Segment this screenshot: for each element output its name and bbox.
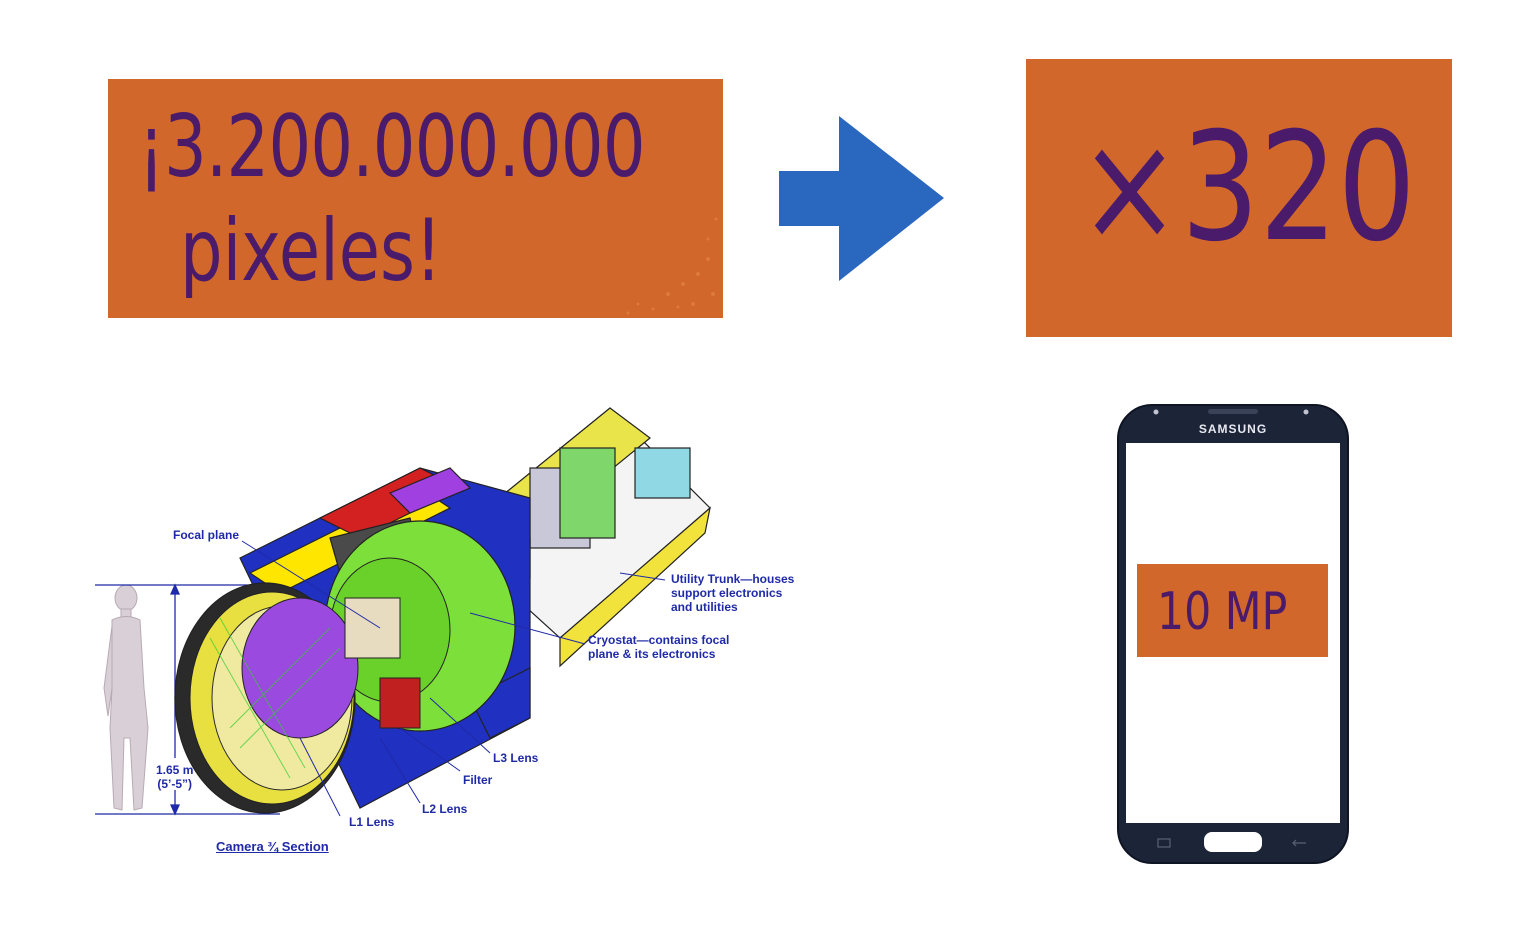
label-l3-lens: L3 Lens xyxy=(493,751,539,765)
label-cryostat: Cryostat—contains focal plane & its elec… xyxy=(588,633,730,661)
label-filter: Filter xyxy=(463,773,493,787)
pixel-count-line1: ¡3.200.000.000 xyxy=(138,97,646,197)
pixel-count-box: ¡3.200.000.000 pixeles! xyxy=(108,79,723,318)
focal-plane-array xyxy=(344,597,401,659)
label-height: 1.65 m (5’-5”) xyxy=(156,763,194,791)
label-l2-lens: L2 Lens xyxy=(422,802,468,816)
multiplier-value: ×320 xyxy=(1078,101,1416,275)
phone-megapixels-box: 10 MP xyxy=(1137,564,1328,657)
label-focal-plane: Focal plane xyxy=(173,528,240,542)
filter xyxy=(379,677,421,729)
camera-diagram: Focal plane Utility Trunk—houses support… xyxy=(90,398,810,868)
lens-l1 xyxy=(241,597,359,739)
camera-caption: Camera ¾ Section xyxy=(216,839,329,854)
label-utility-trunk: Utility Trunk—houses support electronics… xyxy=(671,572,795,614)
pixel-count-line2: pixeles! xyxy=(180,201,442,301)
phone-brand-logo: SAMSUNG xyxy=(1198,422,1268,436)
phone-megapixels-value: 10 MP xyxy=(1157,582,1288,642)
multiplier-box: ×320 xyxy=(1026,59,1452,337)
label-l1-lens: L1 Lens xyxy=(349,815,395,829)
human-figure-icon xyxy=(103,584,149,811)
right-arrow-icon xyxy=(779,116,944,281)
